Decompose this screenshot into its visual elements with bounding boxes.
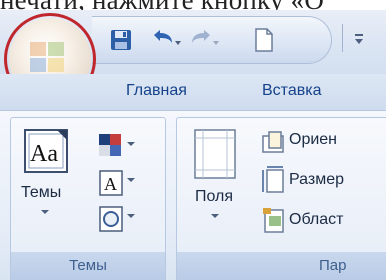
save-button[interactable] xyxy=(108,22,134,58)
theme-effects-button[interactable] xyxy=(97,204,141,234)
size-button[interactable]: Размер xyxy=(261,166,386,196)
undo-button[interactable] xyxy=(148,22,182,58)
themes-button[interactable]: Aa Темы xyxy=(19,126,75,246)
margins-button-label: Поля xyxy=(195,188,234,205)
size-label: Размер xyxy=(289,171,344,188)
orientation-button[interactable]: Ориен xyxy=(261,128,386,156)
theme-colors-icon xyxy=(99,134,135,156)
orientation-icon xyxy=(262,131,284,153)
redo-icon xyxy=(192,30,219,45)
ribbon: Aa Темы A Темы Поля Ориен Размер Област … xyxy=(0,110,386,280)
print-area-label: Област xyxy=(289,211,344,228)
themes-group-label: Темы xyxy=(11,252,165,280)
undo-icon xyxy=(154,30,181,45)
customize-toolbar-icon xyxy=(355,34,363,44)
margins-dropdown-icon xyxy=(211,214,219,218)
print-area-icon xyxy=(263,208,284,233)
margins-icon xyxy=(194,129,236,179)
ribbon-tabs: Главная Вставка xyxy=(0,74,386,110)
new-document-icon xyxy=(255,28,273,52)
svg-text:Aa: Aa xyxy=(30,141,58,167)
customize-toolbar-button[interactable] xyxy=(350,24,368,52)
margins-button[interactable]: Поля xyxy=(185,126,245,246)
save-icon xyxy=(111,30,131,50)
new-document-button[interactable] xyxy=(252,22,276,58)
themes-group: Aa Темы A Темы xyxy=(10,117,166,280)
redo-button[interactable] xyxy=(190,22,224,58)
tab-home[interactable]: Главная xyxy=(126,82,187,100)
page-setup-group: Поля Ориен Размер Област Пар xyxy=(176,117,386,280)
themes-dropdown-icon xyxy=(41,210,49,214)
theme-colors-button[interactable] xyxy=(97,132,141,160)
svg-text:A: A xyxy=(104,174,117,194)
theme-fonts-button[interactable]: A xyxy=(97,168,141,198)
theme-fonts-icon: A xyxy=(99,170,135,196)
orientation-label: Ориен xyxy=(289,131,338,148)
print-area-button[interactable]: Област xyxy=(261,206,386,236)
toolbar-separator xyxy=(342,24,343,52)
tab-insert[interactable]: Вставка xyxy=(262,82,321,100)
theme-effects-icon xyxy=(99,206,135,232)
themes-button-label: Темы xyxy=(21,184,62,201)
size-icon xyxy=(262,166,284,193)
page-setup-group-label: Пар xyxy=(177,252,386,280)
themes-icon: Aa xyxy=(24,129,68,173)
